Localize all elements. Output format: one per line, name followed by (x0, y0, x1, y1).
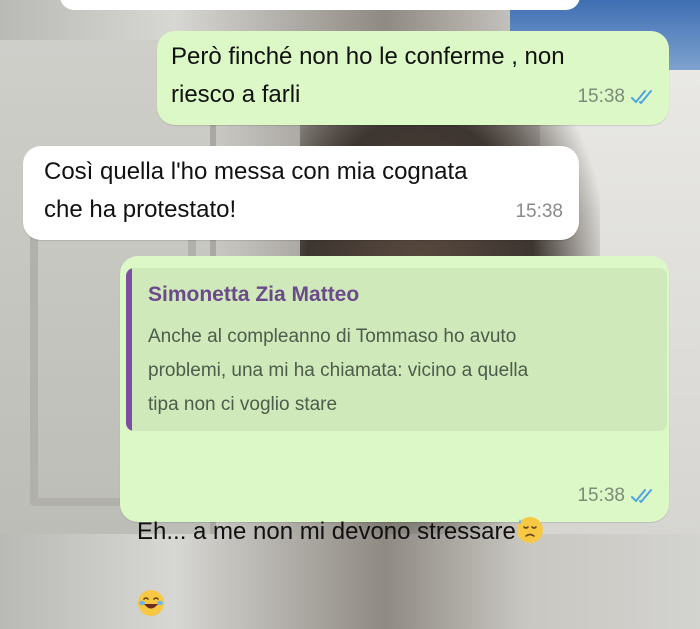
quoted-message[interactable]: Simonetta Zia Matteo Anche al compleanno… (126, 268, 667, 431)
message-text: Però finché non ho le conferme , non rie… (171, 43, 565, 108)
message-meta: 15:38 (577, 477, 657, 515)
message-bubble-incoming[interactable]: Così quella l'ho messa con mia cognata c… (23, 146, 579, 240)
message-bubble-outgoing[interactable]: Però finché non ho le conferme , non rie… (157, 31, 669, 125)
message-text-block: Eh... a me non mi devono stressare (137, 440, 544, 624)
message-text: Così quella l'ho messa con mia cognata c… (44, 158, 468, 223)
double-check-read-icon (631, 488, 657, 504)
message-time: 15:38 (577, 485, 625, 506)
face-with-tears-of-joy-emoji (137, 551, 165, 616)
quote-accent-bar (126, 268, 132, 431)
message-meta: 15:38 (577, 78, 657, 116)
message-meta: 15:38 (515, 193, 563, 231)
double-check-read-icon (631, 89, 657, 105)
partial-message-bubble (60, 0, 580, 10)
message-time: 15:38 (577, 86, 625, 107)
quoted-author: Simonetta Zia Matteo (148, 283, 360, 306)
message-bubble-outgoing-reply[interactable]: Simonetta Zia Matteo Anche al compleanno… (120, 256, 669, 616)
message-text: Eh... a me non mi devono stressare (137, 518, 516, 545)
quoted-text: Anche al compleanno di Tommaso ho avuto … (148, 326, 529, 415)
message-time: 15:38 (515, 201, 563, 222)
downcast-face-with-sweat-emoji (516, 478, 544, 543)
